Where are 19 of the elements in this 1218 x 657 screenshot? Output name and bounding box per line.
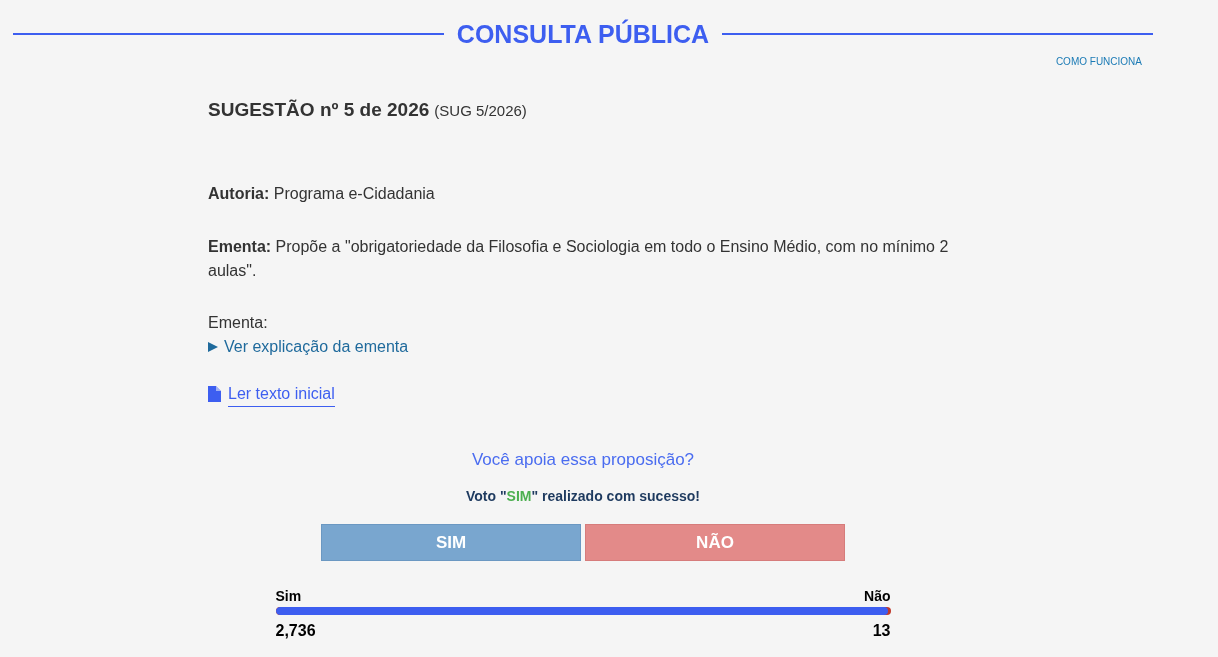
initial-text-link[interactable]: Ler texto inicial	[228, 383, 335, 407]
explanation-toggle[interactable]: Ver explicação da ementa	[208, 335, 409, 359]
no-vote-button[interactable]: NÃO	[585, 524, 845, 561]
yes-vote-button[interactable]: SIM	[321, 524, 581, 561]
summary-label: Ementa:	[208, 313, 268, 333]
yes-label: Sim	[275, 587, 302, 606]
proposal-field: Ementa: Propõe a "obrigatoriedade da Filosofia e Sociologia em todo o Ensino Médio, com no mínimo 2 aulas".	[208, 235, 956, 283]
yes-count: 2,736	[275, 621, 316, 641]
proposal-code: (SUG 5/2026)	[434, 101, 527, 121]
no-label: Não	[864, 587, 891, 606]
no-count: 13	[872, 621, 891, 641]
caret-icon	[208, 342, 218, 352]
vote-confirmation: Voto "SIM" realizado com sucesso!	[466, 487, 700, 506]
vote-question: Você apoia essa proposição?	[471, 449, 695, 471]
page-title: CONSULTA PÚBLICA	[455, 18, 711, 50]
document-icon	[208, 386, 221, 402]
how-it-works-link[interactable]: COMO FUNCIONA	[1055, 55, 1142, 69]
proposal-field: Autoria: Programa e-Cidadania	[208, 182, 435, 206]
proposal-title: SUGESTÃO nº 5 de 2026	[208, 98, 430, 122]
